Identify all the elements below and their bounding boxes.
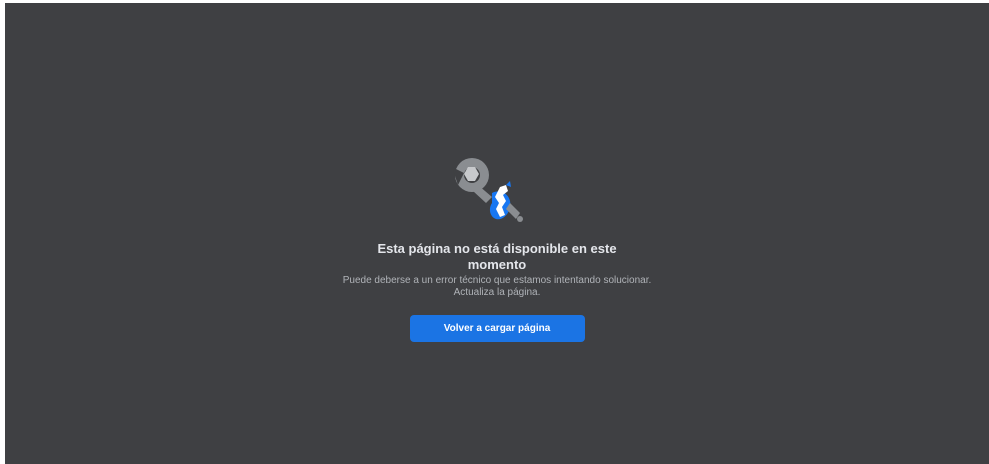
page-title: Esta página no está disponible en este m…: [377, 241, 617, 272]
error-page: Esta página no está disponible en este m…: [5, 3, 989, 464]
error-content: Esta página no está disponible en este m…: [5, 153, 989, 342]
error-description: Puede deberse a un error técnico que est…: [342, 275, 652, 298]
broken-wrench-icon: [452, 158, 523, 222]
reload-page-button[interactable]: Volver a cargar página: [409, 315, 585, 342]
